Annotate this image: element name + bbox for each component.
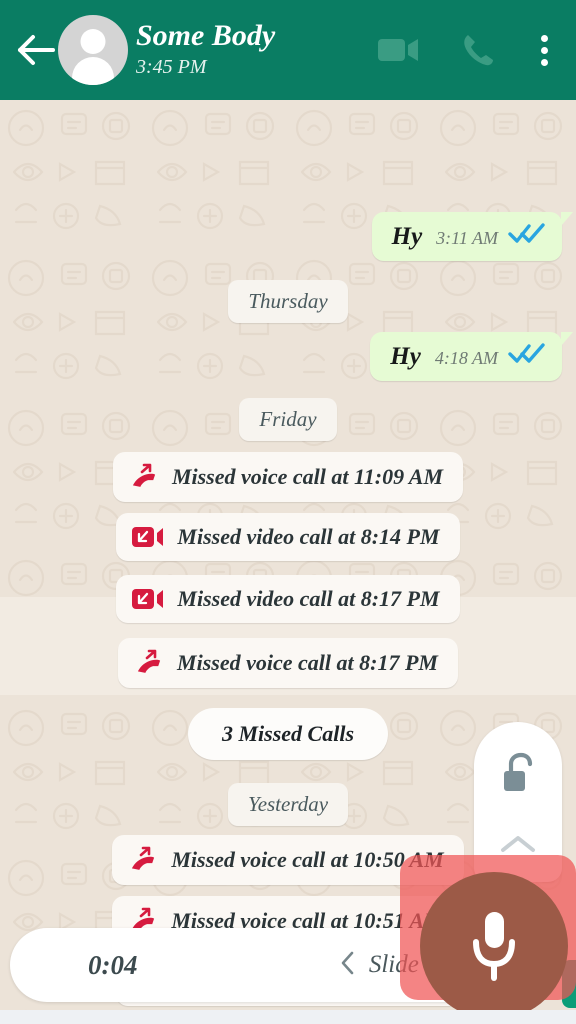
menu-dot — [541, 34, 548, 42]
read-receipt-double-check-icon — [508, 222, 546, 244]
date-separator-row: Thursday — [0, 280, 576, 323]
overflow-menu-button[interactable] — [535, 31, 554, 70]
chat-header: Some Body 3:45 PM — [0, 0, 576, 100]
read-receipt-double-check-icon — [508, 342, 546, 364]
call-log-row: Missed video call at 8:17 PM — [0, 575, 576, 623]
back-button[interactable] — [10, 24, 62, 76]
message-row: Hy 4:18 AM — [0, 332, 576, 381]
menu-dot — [541, 58, 548, 66]
microphone-icon — [473, 912, 515, 981]
message-timestamp: 3:11 AM — [436, 228, 498, 248]
avatar[interactable] — [58, 15, 128, 85]
contact-status: 3:45 PM — [136, 55, 207, 78]
call-log-text: Missed voice call at 8:17 PM — [177, 650, 438, 675]
whatsapp-chat-screen: Some Body 3:45 PM Hy 3:11 AM Thursday Hy… — [0, 0, 576, 1024]
avatar-body-shape — [72, 57, 114, 85]
voice-call-button[interactable] — [461, 32, 495, 68]
missed-voice-call-icon — [134, 649, 164, 677]
call-log-row: Missed voice call at 8:17 PM — [0, 638, 576, 688]
outgoing-message-bubble[interactable]: Hy 3:11 AM — [371, 212, 574, 261]
back-arrow-icon — [18, 35, 55, 65]
phone-handset-icon — [464, 35, 493, 66]
call-log-row: Missed video call at 8:14 PM — [0, 513, 576, 561]
avatar-head-shape — [80, 29, 106, 54]
video-call-button[interactable] — [377, 35, 421, 65]
missed-video-call-icon — [132, 525, 164, 549]
video-camera-icon — [378, 39, 418, 61]
call-log-text: Missed voice call at 11:09 AM — [171, 464, 444, 489]
missed-voice-call-bubble[interactable]: Missed voice call at 11:09 AM — [112, 452, 464, 502]
date-separator: Yesterday — [227, 783, 349, 826]
recording-timer: 0:04 — [88, 949, 138, 980]
contact-info[interactable]: Some Body 3:45 PM — [136, 20, 377, 80]
contact-name: Some Body — [136, 19, 276, 53]
missed-calls-badge: 3 Missed Calls — [187, 708, 389, 760]
missed-video-call-bubble[interactable]: Missed video call at 8:17 PM — [116, 575, 460, 623]
missed-voice-call-icon — [128, 846, 158, 874]
outgoing-message-bubble[interactable]: Hy 4:18 AM — [370, 332, 573, 381]
missed-video-call-bubble[interactable]: Missed video call at 8:14 PM — [116, 513, 460, 561]
date-separator: Thursday — [228, 280, 348, 323]
message-row: Hy 3:11 AM — [0, 212, 576, 261]
missed-video-call-icon — [132, 587, 164, 611]
message-text: Hy — [391, 223, 423, 250]
missed-voice-call-bubble[interactable]: Missed voice call at 8:17 PM — [118, 638, 458, 688]
open-padlock-icon — [499, 752, 537, 801]
call-log-row: Missed voice call at 11:09 AM — [0, 452, 576, 502]
missed-voice-call-icon — [129, 463, 159, 491]
message-timestamp: 4:18 AM — [434, 348, 498, 368]
chevron-left-icon — [339, 949, 357, 982]
header-actions — [377, 31, 558, 70]
date-separator: Friday — [239, 398, 337, 441]
microphone-record-button[interactable] — [420, 872, 568, 1020]
message-text: Hy — [390, 343, 421, 370]
system-navigation-strip — [0, 1010, 576, 1024]
menu-dot — [541, 46, 548, 54]
call-log-text: Missed video call at 8:17 PM — [177, 586, 440, 611]
call-log-text: Missed video call at 8:14 PM — [177, 524, 440, 549]
date-separator-row: Friday — [0, 398, 576, 441]
